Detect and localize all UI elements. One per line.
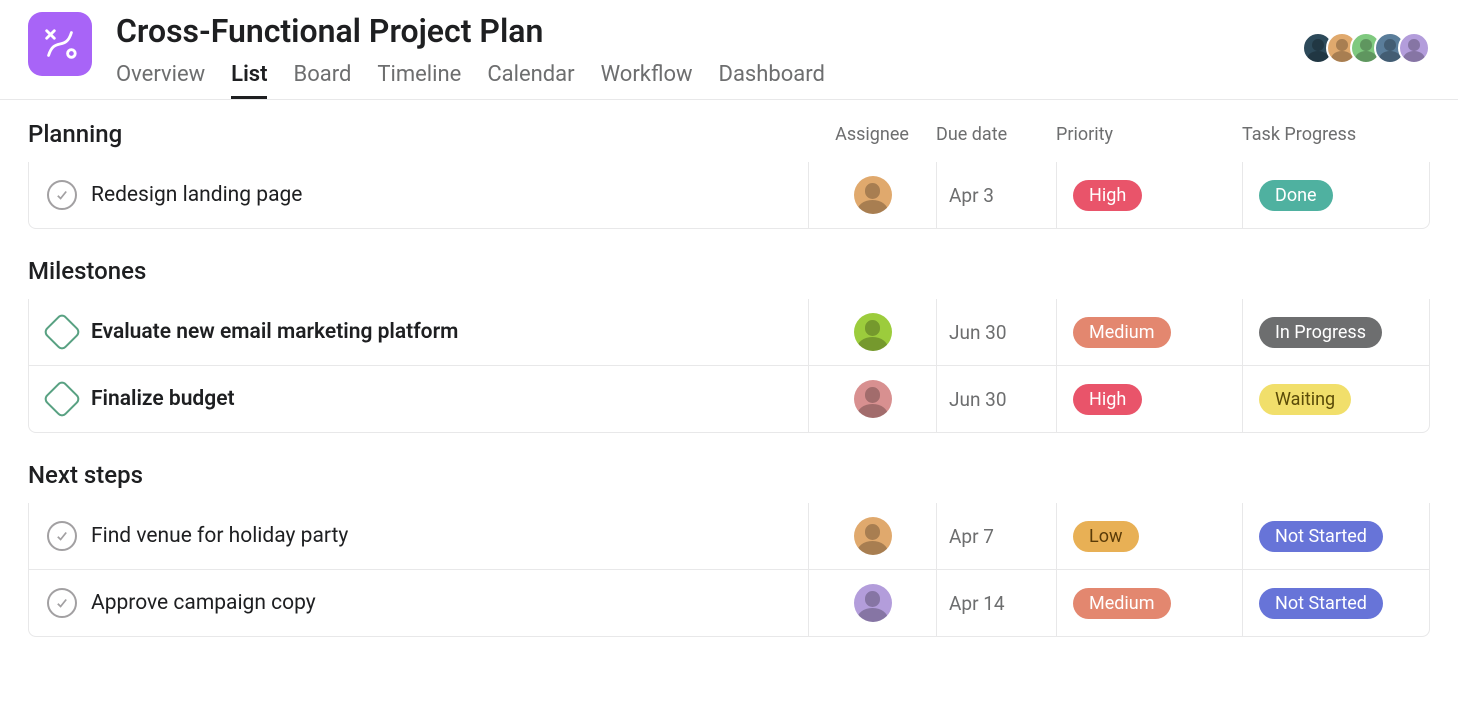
tab-calendar[interactable]: Calendar: [487, 56, 574, 99]
tab-board[interactable]: Board: [293, 56, 351, 99]
task-row[interactable]: Approve campaign copy Apr 14 Medium Not Sta…: [28, 570, 1430, 637]
project-header: Cross-Functional Project Plan Overview Li…: [0, 0, 1458, 100]
assignee-cell[interactable]: [809, 299, 937, 365]
task-name-cell[interactable]: Redesign landing page: [29, 162, 809, 228]
assignee-avatar[interactable]: [854, 584, 892, 622]
tab-list[interactable]: List: [231, 56, 267, 99]
task-name: Approve campaign copy: [91, 591, 316, 615]
tab-overview[interactable]: Overview: [116, 56, 205, 99]
assignee-avatar[interactable]: [854, 176, 892, 214]
progress-cell[interactable]: Not Started: [1243, 503, 1429, 569]
progress-cell[interactable]: Waiting: [1243, 366, 1429, 432]
due-date-cell[interactable]: Apr 7: [937, 503, 1057, 569]
content-area: PlanningAssigneeDue datePriorityTask Pro…: [0, 100, 1458, 685]
section-header: Milestones: [28, 257, 1430, 285]
collaborator-stack[interactable]: [1302, 32, 1430, 64]
column-header-assignee[interactable]: Assignee: [808, 124, 936, 145]
progress-cell[interactable]: Not Started: [1243, 570, 1429, 636]
progress-cell[interactable]: In Progress: [1243, 299, 1429, 365]
task-row[interactable]: Redesign landing page Apr 3 High Done: [28, 162, 1430, 229]
section-title[interactable]: Next steps: [28, 461, 808, 489]
progress-pill: Done: [1259, 180, 1333, 211]
header-main: Cross-Functional Project Plan Overview Li…: [116, 12, 1430, 99]
task-row[interactable]: Finalize budget Jun 30 High Waiting: [28, 366, 1430, 433]
due-date-cell[interactable]: Jun 30: [937, 366, 1057, 432]
section-header: PlanningAssigneeDue datePriorityTask Pro…: [28, 120, 1430, 148]
progress-pill: Not Started: [1259, 588, 1383, 619]
tab-bar: Overview List Board Timeline Calendar Workflo…: [116, 56, 1430, 99]
priority-cell[interactable]: High: [1057, 366, 1243, 432]
task-row[interactable]: Find venue for holiday party Apr 7 Low Not …: [28, 503, 1430, 570]
priority-cell[interactable]: High: [1057, 162, 1243, 228]
task-section: Next steps Find venue for holiday party Ap…: [28, 461, 1430, 637]
priority-pill: High: [1073, 180, 1142, 211]
section-header: Next steps: [28, 461, 1430, 489]
column-header-priority[interactable]: Priority: [1056, 124, 1242, 145]
check-circle-icon[interactable]: [47, 180, 77, 210]
milestone-diamond-icon[interactable]: [42, 380, 82, 420]
check-circle-icon[interactable]: [47, 521, 77, 551]
assignee-cell[interactable]: [809, 366, 937, 432]
due-date-cell[interactable]: Apr 3: [937, 162, 1057, 228]
milestone-diamond-icon[interactable]: [42, 313, 82, 353]
task-name: Evaluate new email marketing platform: [91, 320, 458, 344]
task-name: Find venue for holiday party: [91, 524, 348, 548]
column-header-progress[interactable]: Task Progress: [1242, 124, 1430, 145]
tab-dashboard[interactable]: Dashboard: [719, 56, 825, 99]
section-title[interactable]: Milestones: [28, 257, 808, 285]
task-name-cell[interactable]: Evaluate new email marketing platform: [29, 299, 809, 365]
task-name: Redesign landing page: [91, 183, 302, 207]
assignee-avatar[interactable]: [854, 313, 892, 351]
task-name: Finalize budget: [91, 387, 235, 411]
assignee-cell[interactable]: [809, 162, 937, 228]
due-date-cell[interactable]: Apr 14: [937, 570, 1057, 636]
tab-workflow[interactable]: Workflow: [601, 56, 693, 99]
priority-pill: Medium: [1073, 317, 1171, 348]
check-circle-icon[interactable]: [47, 588, 77, 618]
priority-cell[interactable]: Medium: [1057, 570, 1243, 636]
assignee-cell[interactable]: [809, 570, 937, 636]
due-date-cell[interactable]: Jun 30: [937, 299, 1057, 365]
task-name-cell[interactable]: Approve campaign copy: [29, 570, 809, 636]
task-name-cell[interactable]: Find venue for holiday party: [29, 503, 809, 569]
priority-pill: High: [1073, 384, 1142, 415]
collaborator-avatar[interactable]: [1398, 32, 1430, 64]
task-name-cell[interactable]: Finalize budget: [29, 366, 809, 432]
priority-cell[interactable]: Medium: [1057, 299, 1243, 365]
priority-pill: Low: [1073, 521, 1139, 552]
tab-timeline[interactable]: Timeline: [377, 56, 461, 99]
progress-pill: Waiting: [1259, 384, 1351, 415]
assignee-avatar[interactable]: [854, 517, 892, 555]
column-header-due[interactable]: Due date: [936, 124, 1056, 145]
priority-cell[interactable]: Low: [1057, 503, 1243, 569]
section-title[interactable]: Planning: [28, 120, 808, 148]
progress-pill: In Progress: [1259, 317, 1382, 348]
task-row[interactable]: Evaluate new email marketing platform Jun…: [28, 299, 1430, 366]
assignee-cell[interactable]: [809, 503, 937, 569]
task-section: PlanningAssigneeDue datePriorityTask Pro…: [28, 120, 1430, 229]
project-icon: [28, 12, 92, 76]
assignee-avatar[interactable]: [854, 380, 892, 418]
progress-cell[interactable]: Done: [1243, 162, 1429, 228]
task-section: Milestones Evaluate new email marketing p…: [28, 257, 1430, 433]
priority-pill: Medium: [1073, 588, 1171, 619]
project-title: Cross-Functional Project Plan: [116, 12, 1430, 50]
progress-pill: Not Started: [1259, 521, 1383, 552]
